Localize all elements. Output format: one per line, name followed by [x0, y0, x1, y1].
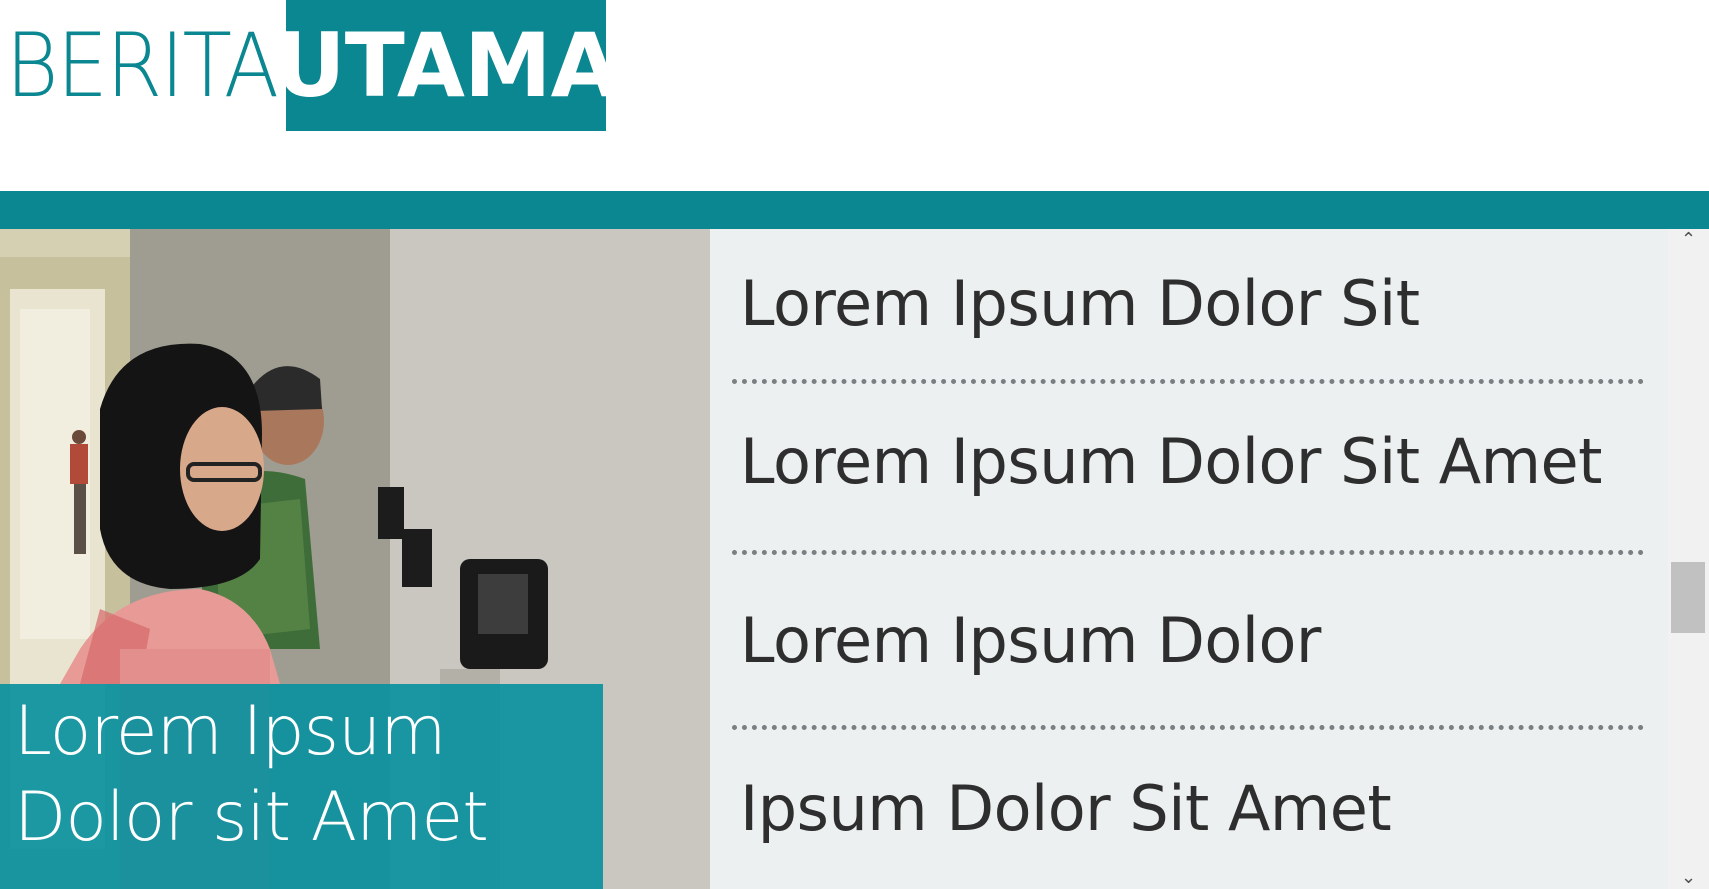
logo-word-utama: UTAMA [274, 0, 619, 131]
news-list-item[interactable]: Lorem Ipsum Dolor Sit [740, 273, 1650, 335]
featured-caption-line-1: Lorem Ipsum [14, 692, 446, 771]
section-header-bar [0, 191, 1709, 229]
chevron-down-icon[interactable]: ⌄ [1668, 867, 1709, 889]
list-divider [732, 550, 1644, 555]
news-list-scrollbar[interactable]: ⌃ ⌄ [1668, 229, 1709, 889]
news-list-item[interactable]: Ipsum Dolor Sit Amet [740, 778, 1650, 840]
list-divider [732, 725, 1644, 730]
chevron-up-icon[interactable]: ⌃ [1668, 229, 1709, 251]
news-list: Lorem Ipsum Dolor Sit Lorem Ipsum Dolor … [710, 229, 1668, 889]
scrollbar-thumb[interactable] [1671, 562, 1705, 633]
featured-news-caption[interactable]: Lorem Ipsum Dolor sit Amet [0, 684, 603, 889]
news-list-item[interactable]: Lorem Ipsum Dolor Sit Amet [740, 431, 1650, 493]
site-logo[interactable]: BERITA [0, 0, 309, 131]
page: BERITA UTAMA Lorem Ipsum Dolor sit Amet … [0, 0, 1709, 889]
featured-news-card[interactable]: Lorem Ipsum Dolor sit Amet [0, 229, 710, 889]
news-list-item[interactable]: Lorem Ipsum Dolor [740, 610, 1650, 672]
logo-word-berita: BERITA [5, 13, 280, 117]
list-divider [732, 379, 1644, 384]
featured-caption-line-2: Dolor sit Amet [14, 778, 489, 857]
